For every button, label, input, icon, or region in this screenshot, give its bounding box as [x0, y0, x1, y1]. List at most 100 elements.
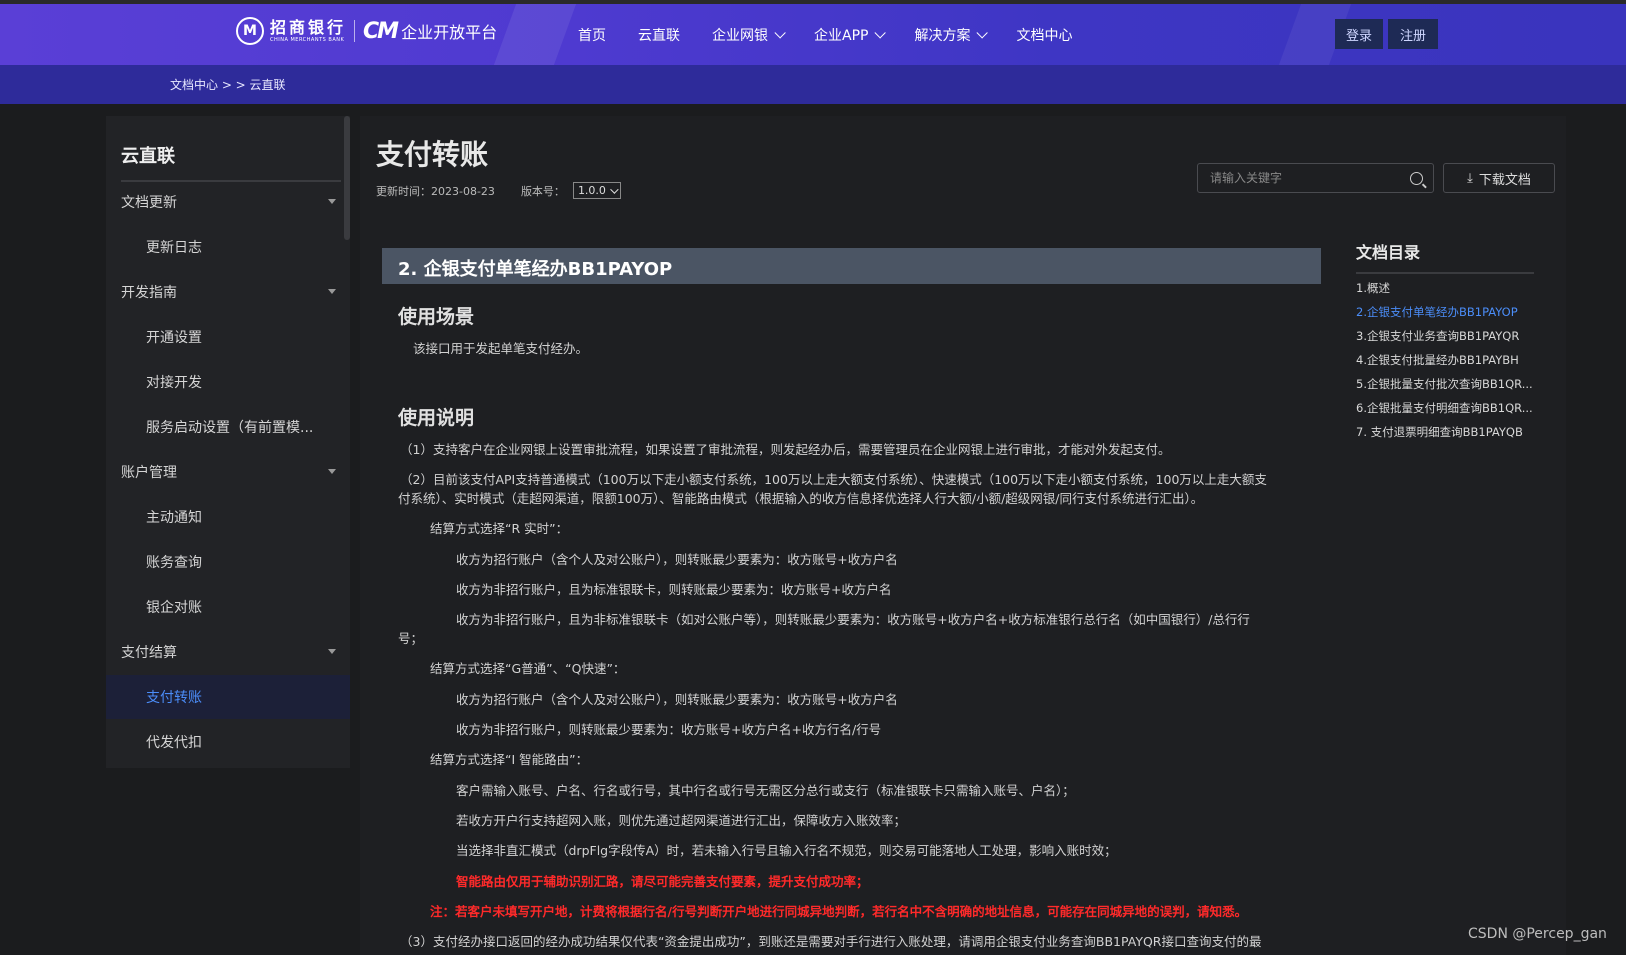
sidebar-item-label: 更新日志: [146, 240, 202, 256]
download-icon: ⤓: [1467, 170, 1473, 186]
sidebar-item-label: 文档更新: [121, 195, 177, 211]
sidebar-item-label: 开发指南: [121, 285, 177, 301]
usage-line: 结算方式选择“G普通”、“Q快速”：: [430, 661, 626, 676]
download-button[interactable]: ⤓ 下载文档: [1443, 163, 1555, 193]
register-button[interactable]: 注册: [1388, 19, 1438, 49]
usage-note: 注：若客户未填写开户地，计费将根据行名/行号判断开户地进行同城异地判断，若行名中…: [430, 904, 1248, 919]
usage-line: 结算方式选择“R 实时”：: [430, 521, 569, 536]
sidebar-item-label: 主动通知: [146, 510, 202, 526]
nav-docs[interactable]: 文档中心: [1016, 25, 1072, 45]
sidebar-item-payroll[interactable]: 代发代扣: [106, 720, 350, 764]
toc-item[interactable]: 5.企银批量支付批次查询BB1QR...: [1356, 376, 1536, 392]
sidebar-group-dev-guide[interactable]: 开发指南: [106, 270, 350, 314]
sidebar-item-label: 代发代扣: [146, 735, 202, 751]
download-label: 下载文档: [1478, 172, 1531, 188]
nav-home[interactable]: 首页: [578, 25, 606, 45]
toc-item[interactable]: 6.企银批量支付明细查询BB1QR...: [1356, 400, 1536, 416]
logo[interactable]: M 招商银行 CHINA MERCHANTS BANK CM 企业开放平台: [236, 17, 497, 45]
nav-ebank[interactable]: 企业网银: [712, 25, 786, 45]
nav-label: 云直联: [638, 27, 680, 44]
usage-line: 结算方式选择“I 智能路由”：: [430, 752, 589, 767]
sidebar-item-changelog[interactable]: 更新日志: [106, 225, 350, 269]
search-input[interactable]: [1208, 170, 1402, 186]
page-title: 支付转账: [376, 138, 489, 171]
nav-label: 企业APP: [814, 27, 869, 44]
usage-line: 收方为非招行账户，且为标准银联卡，则转账最少要素为：收方账号+收方户名: [456, 582, 892, 597]
breadcrumb[interactable]: 文档中心 > > 云直联: [170, 76, 286, 93]
sidebar-item-label: 银企对账: [146, 600, 202, 616]
sidebar-item-integration[interactable]: 对接开发: [106, 360, 350, 404]
search-icon[interactable]: [1410, 172, 1423, 185]
sidebar-item-notify[interactable]: 主动通知: [106, 495, 350, 539]
version-value: 1.0.0: [577, 184, 606, 197]
usage-line: （3）支付经办接口返回的经办成功结果仅代表“资金提出成功”，到账还是需要对手行进…: [400, 934, 1262, 949]
usage-line: 收方为非招行账户，且为非标准银联卡（如对公账户等），则转账最少要素为：收方账号+…: [456, 612, 1250, 627]
usage-line: 收方为非招行账户，则转账最少要素为：收方账号+收方户名+收方行名/行号: [456, 722, 882, 737]
sidebar-group-account[interactable]: 账户管理: [106, 450, 350, 494]
toc-item-active[interactable]: 2.企银支付单笔经办BB1PAYOP: [1356, 304, 1536, 320]
toc-item[interactable]: 1.概述: [1356, 280, 1536, 296]
doc-meta: 更新时间：2023-08-23 版本号： 1.0.0: [376, 182, 621, 199]
usage-line: （2）目前该支付API支持普通模式（100万以下走小额支付系统，100万以上走大…: [400, 472, 1267, 487]
nav-solutions[interactable]: 解决方案: [914, 25, 989, 45]
nav-yunzhilian[interactable]: 云直联: [638, 25, 680, 45]
toc-title: 文档目录: [1356, 243, 1421, 262]
nav-label: 文档中心: [1016, 27, 1073, 44]
sidebar-group-doc-updates[interactable]: 文档更新: [106, 180, 350, 224]
main-nav: 首页 云直联 企业网银 企业APP 解决方案 文档中心: [578, 4, 1104, 65]
platform-name: 企业开放平台: [401, 23, 498, 42]
nav-label: 企业网银: [712, 27, 768, 44]
caret-down-icon: [328, 289, 336, 294]
update-time: 更新时间：2023-08-23: [376, 184, 495, 198]
search-box: [1197, 163, 1434, 193]
sidebar-item-transfer[interactable]: 支付转账: [106, 675, 350, 719]
sidebar-title: 云直联: [121, 146, 175, 167]
version-select[interactable]: 1.0.0: [572, 182, 621, 199]
sidebar-item-label: 支付结算: [121, 645, 177, 661]
toc-item[interactable]: 3.企银支付业务查询BB1PAYQR: [1356, 328, 1536, 344]
caret-down-icon: [328, 469, 336, 474]
section-header: 2. 企银支付单笔经办BB1PAYOP: [382, 248, 1321, 284]
bank-name-en: CHINA MERCHANTS BANK: [270, 36, 345, 43]
cm-logo-icon: CM: [363, 18, 399, 44]
sidebar-item-setup[interactable]: 开通设置: [106, 315, 350, 359]
usage-line: 当选择非直汇模式（drpFlg字段传A）时，若未输入行号且输入行名不规范，则交易…: [456, 843, 1117, 858]
watermark: CSDN @Percep_gan: [1468, 926, 1607, 942]
chevron-down-icon: [610, 184, 619, 194]
caret-down-icon: [328, 199, 336, 204]
sidebar-item-query[interactable]: 账务查询: [106, 540, 350, 584]
usage-warning: 智能路由仅用于辅助识别汇路，请尽可能完善支付要素，提升支付成功率；: [456, 874, 869, 889]
sidebar-item-label: 账户管理: [121, 465, 177, 481]
section-title: 2. 企银支付单笔经办BB1PAYOP: [398, 259, 673, 280]
bank-name: 招商银行: [270, 17, 347, 37]
sidebar-item-label: 支付转账: [146, 690, 202, 706]
sidebar-group-payment[interactable]: 支付结算: [106, 630, 350, 674]
usage-line: 若收方开户行支持超网入账，则优先通过超网渠道进行汇出，保障收方入账效率；: [456, 813, 907, 828]
usage-line: 收方为招行账户（含个人及对公账户），则转账最少要素为：收方账号+收方户名: [456, 552, 898, 567]
sidebar-item-reconcile[interactable]: 银企对账: [106, 585, 350, 629]
sidebar-item-label: 开通设置: [146, 330, 202, 346]
usage-line: 客户需输入账号、户名、行名或行号，其中行名或行号无需区分总行或支行（标准银联卡只…: [456, 783, 1075, 798]
header-decor: [493, 4, 577, 65]
chevron-down-icon: [874, 26, 887, 39]
sidebar: 云直联 文档更新 更新日志 开发指南 开通设置 对接开发 服务启动设置（有前置模…: [106, 116, 350, 768]
chevron-down-icon: [976, 26, 989, 39]
caret-down-icon: [328, 649, 336, 654]
nav-app[interactable]: 企业APP: [814, 25, 887, 45]
toc-item[interactable]: 4.企银支付批量经办BB1PAYBH: [1356, 352, 1536, 368]
heading-usage: 使用说明: [398, 407, 475, 429]
nav-label: 首页: [578, 27, 606, 44]
sidebar-item-label: 服务启动设置（有前置模...: [146, 420, 314, 436]
heading-scene: 使用场景: [398, 306, 475, 328]
toc-divider: [1356, 272, 1534, 274]
usage-line: 号；: [398, 631, 424, 646]
toc-item[interactable]: 7. 支付退票明细查询BB1PAYQB: [1356, 424, 1536, 440]
nav-label: 解决方案: [914, 27, 971, 44]
sidebar-item-label: 账务查询: [146, 555, 202, 571]
login-button[interactable]: 登录: [1335, 19, 1383, 49]
sidebar-item-label: 对接开发: [146, 375, 202, 391]
version-label: 版本号：: [520, 184, 565, 198]
logo-divider: [354, 20, 356, 42]
cmb-seal-icon: M: [236, 17, 264, 45]
sidebar-item-service-start[interactable]: 服务启动设置（有前置模...: [106, 405, 350, 449]
